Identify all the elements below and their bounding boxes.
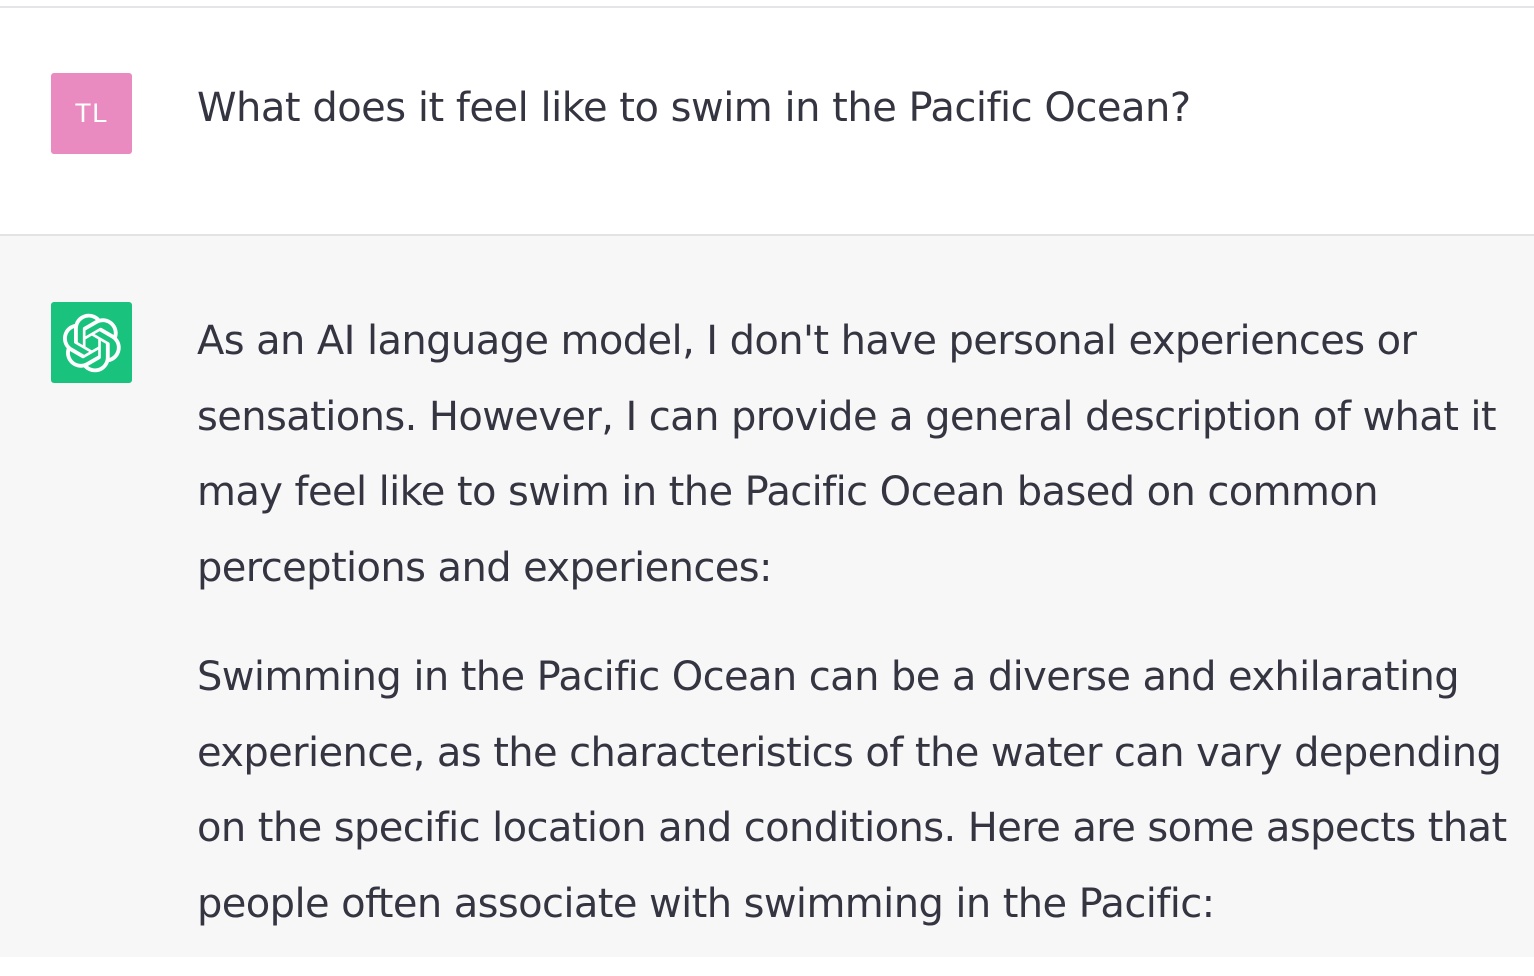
assistant-paragraph-2: Swimming in the Pacific Ocean can be a d… — [197, 654, 1507, 927]
top-divider — [0, 0, 1534, 8]
user-message-row: TL What does it feel like to swim in the… — [0, 8, 1534, 236]
user-message-text: What does it feel like to swim in the Pa… — [197, 85, 1191, 131]
user-avatar: TL — [51, 73, 132, 154]
assistant-paragraph-1: As an AI language model, I don't have pe… — [197, 318, 1497, 591]
user-avatar-initials: TL — [74, 98, 109, 128]
openai-logo-icon — [62, 313, 121, 372]
assistant-message-text: As an AI language model, I don't have pe… — [197, 304, 1522, 976]
assistant-avatar — [51, 302, 132, 383]
assistant-message-row: As an AI language model, I don't have pe… — [0, 236, 1534, 957]
